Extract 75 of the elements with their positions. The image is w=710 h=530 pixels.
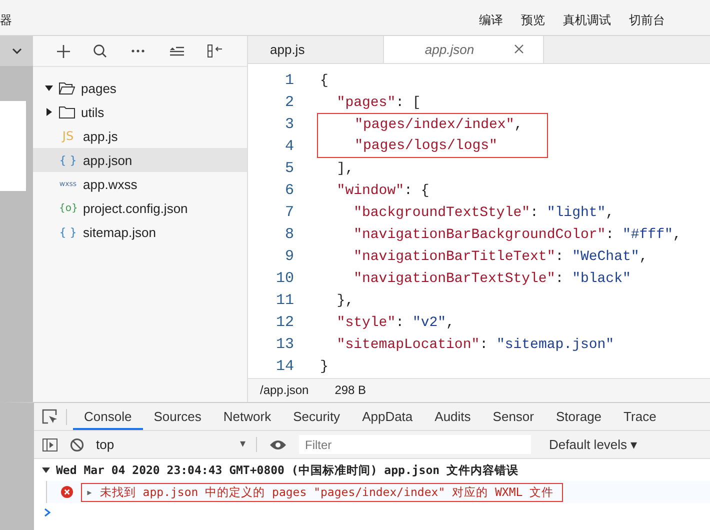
- search-icon[interactable]: [93, 44, 108, 58]
- toolbar-button[interactable]: 真机调试: [554, 12, 620, 29]
- filter-field[interactable]: Filter: [299, 435, 531, 454]
- levels-dropdown[interactable]: Default levels ▾: [543, 436, 644, 453]
- context-dropdown[interactable]: top ▾: [96, 437, 257, 452]
- braces-icon: { }: [59, 226, 77, 238]
- error-icon: [61, 486, 73, 498]
- editor-tab[interactable]: app.json: [384, 36, 544, 63]
- open-folder-icon: [59, 82, 75, 94]
- line-number: 13: [274, 336, 294, 354]
- code-line: "sitemapLocation": "sitemap.json": [336, 336, 616, 355]
- file-tree-item[interactable]: JS app.js: [33, 124, 247, 148]
- error-message[interactable]: ▸ 未找到 app.json 中的定义的 pages "pages/index/index" 对应的 WXML 文件: [81, 482, 563, 502]
- panel-arrow-icon[interactable]: [207, 44, 224, 58]
- code-line: "pages/logs/logs": [317, 135, 548, 158]
- js-file-icon: JS: [59, 129, 77, 143]
- devtools-tab[interactable]: Network: [212, 403, 282, 430]
- clear-icon[interactable]: [70, 438, 84, 452]
- toolbar-label: 器: [0, 12, 13, 29]
- add-icon[interactable]: [56, 44, 70, 58]
- inspect-icon[interactable]: [42, 408, 58, 424]
- line-number: 9: [284, 248, 294, 266]
- line-number: 4: [284, 138, 294, 156]
- line-number: 5: [284, 160, 294, 178]
- code-line: "backgroundTextStyle": "light",: [352, 204, 616, 223]
- sidebar-toggle-icon[interactable]: [42, 438, 58, 452]
- more-icon[interactable]: [130, 49, 145, 53]
- line-number: 8: [284, 226, 294, 244]
- code-line: ],: [336, 160, 355, 179]
- line-number: 2: [284, 94, 294, 112]
- devtools-tab[interactable]: Sensor: [482, 403, 545, 430]
- code-line: {: [320, 72, 330, 91]
- file-tree-item[interactable]: {o} project.config.json: [33, 196, 247, 220]
- code-line: "pages": [: [336, 94, 422, 113]
- file-size: 298 B: [334, 383, 366, 398]
- collapse-list-icon[interactable]: [168, 46, 184, 56]
- close-icon[interactable]: [514, 44, 524, 54]
- chevron-down-icon[interactable]: [12, 48, 22, 54]
- file-tree-item[interactable]: pages: [33, 76, 247, 100]
- file-tree-item[interactable]: { } sitemap.json: [33, 220, 247, 244]
- file-tree-item[interactable]: utils: [33, 100, 247, 124]
- prompt-chevron-icon[interactable]: [44, 508, 51, 516]
- toolbar-button[interactable]: 切前台: [620, 12, 674, 29]
- devtools-tab[interactable]: AppData: [351, 403, 424, 430]
- file-path: /app.json: [260, 383, 309, 398]
- line-number: 7: [284, 204, 294, 222]
- caret-icon: [42, 466, 50, 474]
- line-number: 14: [274, 358, 294, 376]
- code-line: "window": {: [336, 182, 430, 201]
- eye-icon[interactable]: [269, 438, 287, 450]
- code-line: "navigationBarTextStyle": "black": [352, 270, 632, 289]
- file-tree-item[interactable]: { } app.json: [33, 148, 247, 172]
- code-line: "pages/index/index",: [317, 113, 548, 136]
- line-number: 1: [284, 72, 294, 90]
- line-number: 3: [284, 116, 294, 134]
- toolbar-button[interactable]: 编译: [470, 12, 512, 29]
- line-number: 10: [274, 270, 294, 288]
- folder-icon: [59, 106, 75, 118]
- devtools-tab[interactable]: Trace: [612, 403, 668, 430]
- code-line: }: [320, 358, 330, 377]
- braces-icon: { }: [59, 154, 77, 166]
- devtools-tab[interactable]: Storage: [545, 403, 613, 430]
- devtools-tab[interactable]: Security: [282, 403, 352, 430]
- console-group-header[interactable]: Wed Mar 04 2020 23:04:43 GMT+0800 (中国标准时间) app.json 文件内容错误: [56, 462, 518, 478]
- toolbar-button[interactable]: 预览: [512, 12, 554, 29]
- devtools-tab[interactable]: Audits: [424, 403, 482, 430]
- code-line: "navigationBarBackgroundColor": "#fff",: [352, 226, 682, 245]
- line-number: 11: [274, 292, 294, 310]
- devtools-tab[interactable]: Sources: [142, 403, 212, 430]
- code-line: "navigationBarTitleText": "WeChat",: [352, 248, 649, 267]
- code-line: "style": "v2",: [336, 314, 456, 333]
- line-number: 12: [274, 314, 294, 332]
- code-line: },: [336, 292, 355, 311]
- config-file-icon: {o}: [59, 202, 77, 214]
- line-number: 6: [284, 182, 294, 200]
